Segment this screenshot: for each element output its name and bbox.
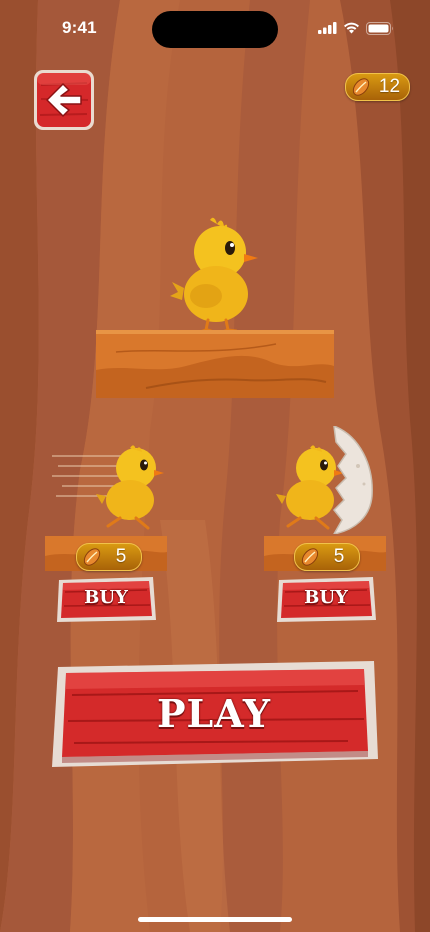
play-button[interactable]: PLAY (48, 659, 380, 769)
price-tag-right: 5 (294, 543, 360, 571)
eggshell (332, 426, 373, 534)
price-value: 5 (115, 546, 127, 567)
back-button[interactable] (33, 69, 95, 131)
main-platform (96, 330, 334, 398)
dynamic-island (152, 11, 278, 48)
wifi-icon (344, 22, 359, 34)
seed-icon (83, 548, 101, 566)
status-icons (318, 20, 394, 36)
coin-count: 12 (378, 76, 401, 97)
price-value: 5 (333, 546, 345, 567)
buy-button-right[interactable]: BUY (275, 574, 377, 624)
wood-sign (277, 577, 376, 622)
price-tag-left: 5 (76, 543, 142, 571)
wood-sign (57, 577, 156, 622)
wood-sign (52, 661, 378, 767)
back-arrow-icon (34, 70, 94, 130)
coin-counter: 12 (345, 73, 410, 101)
battery-icon (366, 21, 393, 35)
seed-icon (352, 78, 370, 96)
selected-character-chick (170, 217, 258, 334)
seed-icon (301, 548, 319, 566)
status-time: 9:41 (62, 18, 97, 37)
running-chick (96, 445, 164, 530)
buy-button-left[interactable]: BUY (55, 574, 157, 624)
signal-icon (318, 22, 337, 34)
home-indicator (138, 917, 292, 922)
